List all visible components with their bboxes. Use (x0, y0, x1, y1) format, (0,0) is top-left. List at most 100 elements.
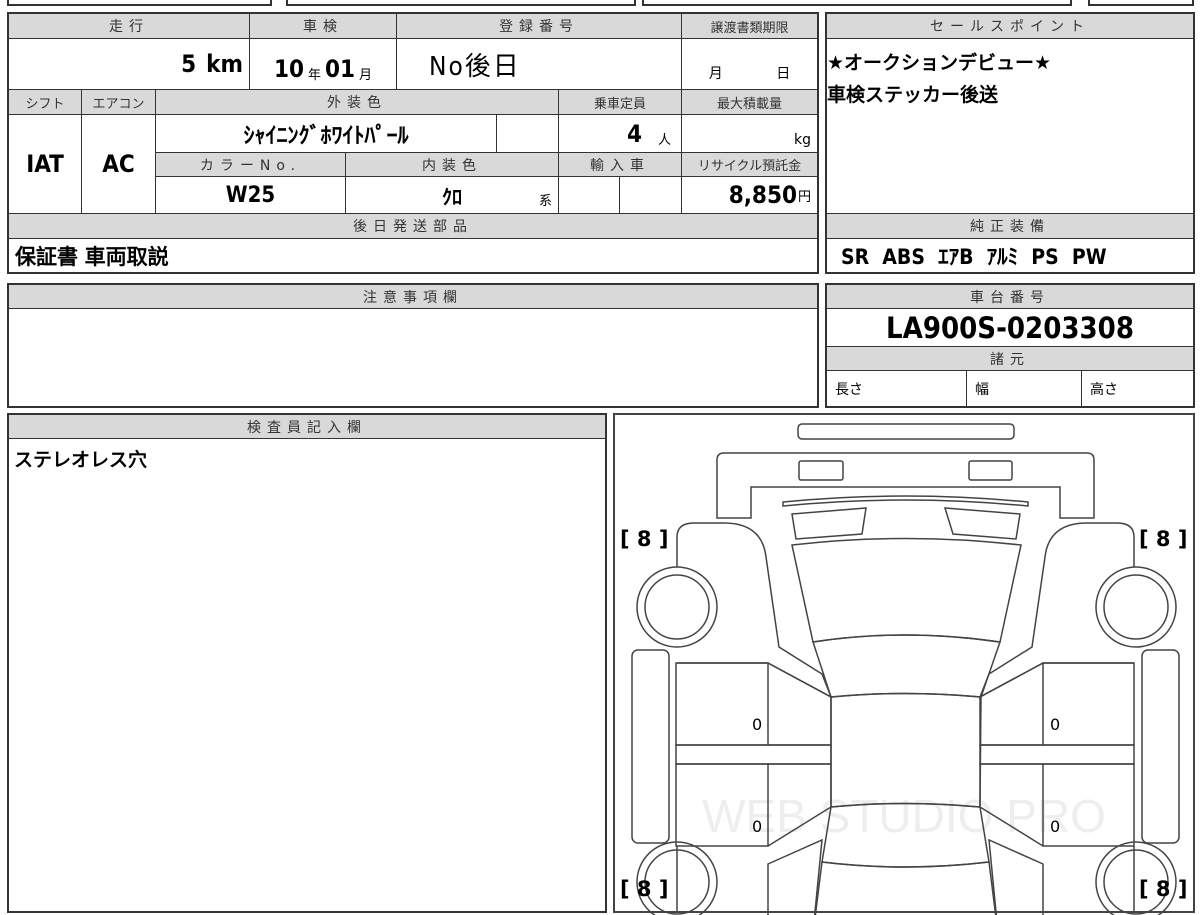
ac-value: AC (82, 115, 156, 214)
rocker-right (979, 744, 1135, 765)
ac-header: エアコン (82, 90, 156, 115)
inspector-note: ステレオレス穴 (14, 449, 148, 471)
import-cell-1 (559, 177, 620, 214)
front-door-right-window (979, 662, 1044, 746)
capacity-unit: 人 (657, 133, 671, 148)
interior-color-header: 内装色 (346, 153, 559, 177)
width-label: 幅 (967, 371, 1082, 406)
tire-tread-rear-left: [ 8 ] (620, 877, 668, 901)
top-strip-cell (7, 0, 272, 6)
recycle-unit: 円 (797, 189, 811, 205)
front-fender-left (676, 522, 833, 699)
door-mark-rear-left: 0 (752, 817, 762, 836)
chassis-number: LA900S-0203308 (827, 309, 1193, 347)
registration-value: No後日 (397, 39, 682, 90)
car-diagram: WEB STUDIO PRO [8] [8] [8] [8] 0… (620, 423, 1187, 915)
front-bumper (716, 452, 1095, 519)
recycle-amount: 8,850 (728, 181, 797, 209)
equipment-header: 純正装備 (827, 214, 1193, 239)
inspection-header: 車検 (250, 14, 397, 39)
headlight-left (798, 460, 844, 481)
import-header: 輸入車 (559, 153, 682, 177)
rocker-left-upper (675, 744, 832, 765)
sales-point-line: ★オークションデビュー★ (827, 52, 1052, 74)
mileage-value: 5 km (9, 39, 250, 90)
inspection-year: 10 (273, 55, 304, 83)
interior-color-text: ｸﾛ (442, 184, 462, 209)
tire-tread-rear-right: [ 8 ] (1139, 877, 1187, 901)
tire-tread-front-left: [ 8 ] (620, 527, 668, 551)
hood-vents (791, 507, 1021, 540)
transfer-month-unit: 月 (708, 66, 723, 82)
length-label: 長さ (827, 371, 967, 406)
specs-header: 諸元 (827, 347, 1193, 371)
inspection-value: 10 年 01 月 (250, 39, 397, 90)
transfer-deadline-header: 譲渡書類期限 (682, 14, 817, 39)
damage-diagram-box: WEB STUDIO PRO [8] [8] [8] [8] 0… (613, 413, 1195, 915)
rear-fenders (676, 846, 1135, 912)
door-mark-rear-right: 0 (1050, 817, 1060, 836)
watermark: WEB STUDIO PRO (702, 790, 1106, 842)
later-parts-header: 後日発送部品 (9, 214, 817, 239)
mileage-unit: km (206, 50, 243, 78)
front-bumper-top (797, 423, 1015, 440)
wheels (636, 566, 1177, 915)
mileage-number: 5 (181, 50, 197, 78)
capacity-value: 4 人 (559, 115, 682, 153)
capacity-number: 4 (626, 119, 642, 148)
sales-point-content: ★オークションデビュー★ 車検ステッカー後送 (827, 39, 1193, 214)
color-no-header: カラーNo. (156, 153, 346, 177)
later-parts-value: 保証書 車両取説 (15, 244, 169, 269)
chassis-header: 車台番号 (827, 285, 1193, 309)
inspector-box: 検査員記入欄 ステレオレス穴 (7, 413, 607, 913)
interior-color-suffix: 系 (538, 194, 552, 209)
top-strip-cell (286, 0, 636, 6)
capacity-header: 乗車定員 (559, 90, 682, 115)
door-mark-front-left: 0 (752, 715, 762, 734)
color-no-value: W25 (156, 177, 346, 214)
shift-value: IAT (9, 115, 82, 214)
chassis-box: 車台番号 LA900S-0203308 諸元 長さ 幅 高さ (825, 283, 1195, 408)
inspector-header: 検査員記入欄 (9, 415, 605, 439)
notes-header: 注意事項欄 (9, 285, 817, 309)
notes-box: 注意事項欄 (7, 283, 819, 408)
recycle-value: 8,850 円 (682, 177, 817, 214)
windshield (812, 634, 1002, 698)
sales-point-box: セールスポイント ★オークションデビュー★ 車検ステッカー後送 純正装備 SR … (825, 12, 1195, 274)
exterior-color-value: ｼｬｲﾆﾝｸﾞﾎﾜｲﾄﾊﾟｰﾙ (156, 115, 497, 153)
max-load-value: kg (682, 115, 817, 153)
sales-point-line: 車検ステッカー後送 (827, 84, 999, 106)
sales-point-header: セールスポイント (827, 14, 1193, 39)
import-cell-2 (620, 177, 682, 214)
hood (791, 537, 1022, 643)
headlight-right (968, 460, 1013, 481)
side-skirt-right (1141, 649, 1180, 844)
door-mark-front-right: 0 (1050, 715, 1060, 734)
wheel-front-left (636, 566, 718, 648)
exterior-color-header: 外装色 (156, 90, 559, 115)
wheel-front-right (1095, 566, 1177, 648)
transfer-day-unit: 日 (776, 66, 791, 82)
registration-header: 登録番号 (397, 14, 682, 39)
front-door-left-window (767, 662, 832, 746)
exterior-color-extra (497, 115, 559, 153)
mileage-header: 走行 (9, 14, 250, 39)
top-strip-cell (642, 0, 1072, 6)
max-load-header: 最大積載量 (682, 90, 817, 115)
front-fender-right (978, 522, 1135, 699)
inspection-month: 01 (325, 55, 356, 83)
month-unit: 月 (359, 68, 373, 83)
interior-color-value: ｸﾛ 系 (346, 177, 559, 214)
shift-header: シフト (9, 90, 82, 115)
equipment-value: SR ABS ｴｱB ｱﾙﾐ PS PW (841, 244, 1107, 269)
side-skirt-left (631, 649, 670, 844)
year-unit: 年 (307, 68, 321, 83)
top-strip-cell (1088, 0, 1194, 6)
rear-quarter-windows (767, 838, 1044, 915)
trunk (814, 861, 997, 915)
grille (782, 495, 1029, 507)
vehicle-info-box: 走行 車検 登録番号 譲渡書類期限 5 km 10 年 01 月 No後日 月 … (7, 12, 819, 274)
recycle-header: リサイクル預託金 (682, 153, 817, 177)
transfer-deadline-value: 月 日 (682, 39, 817, 90)
tire-tread-front-right: [ 8 ] (1139, 527, 1187, 551)
